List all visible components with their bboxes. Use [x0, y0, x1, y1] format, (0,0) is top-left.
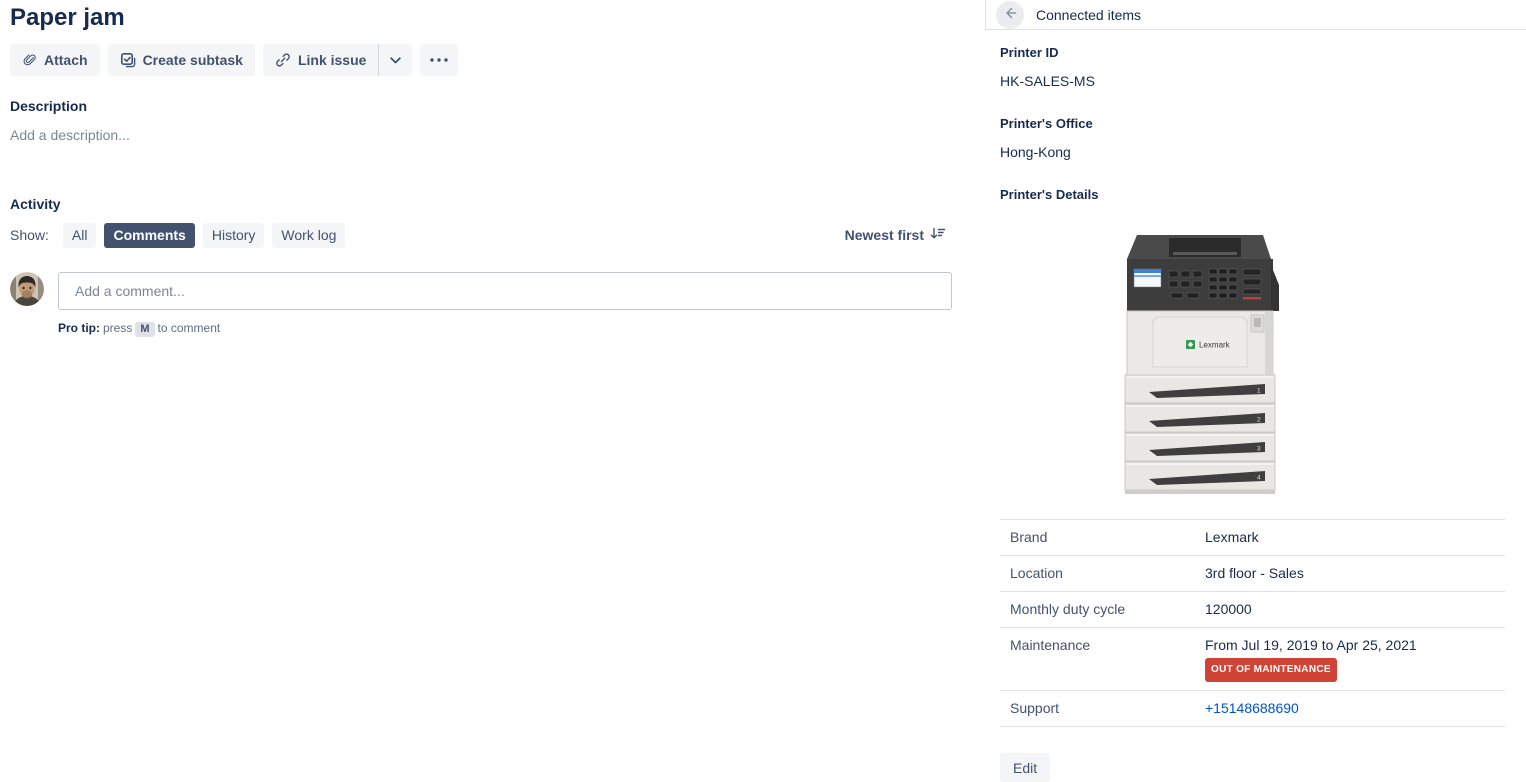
row-value: 3rd floor - Sales — [1195, 556, 1505, 592]
printer-id-label: Printer ID — [1000, 45, 1526, 60]
back-button[interactable] — [996, 1, 1024, 29]
table-row-maintenance: Maintenance From Jul 19, 2019 to Apr 25,… — [1000, 628, 1505, 691]
row-label: Monthly duty cycle — [1000, 592, 1195, 628]
description-label: Description — [10, 98, 952, 114]
attach-button[interactable]: Attach — [10, 44, 100, 76]
row-label: Brand — [1000, 520, 1195, 556]
filter-comments[interactable]: Comments — [104, 223, 194, 248]
create-subtask-button[interactable]: Create subtask — [108, 44, 255, 76]
row-label: Support — [1000, 691, 1195, 727]
filter-all[interactable]: All — [63, 223, 97, 248]
attach-label: Attach — [44, 52, 88, 68]
tray-number: 4 — [1257, 475, 1261, 482]
edit-button[interactable]: Edit — [1000, 753, 1050, 782]
activity-label: Activity — [10, 196, 952, 212]
chevron-down-icon — [390, 57, 401, 64]
paperclip-icon — [22, 53, 37, 68]
panel-title: Connected items — [1036, 7, 1141, 23]
support-phone-link[interactable]: +15148688690 — [1205, 700, 1299, 716]
page-title: Paper jam — [10, 4, 952, 32]
chain-link-icon — [275, 52, 291, 68]
pro-tip-suffix: to comment — [158, 321, 221, 335]
sort-descending-icon — [930, 227, 946, 243]
table-row-duty-cycle: Monthly duty cycle 120000 — [1000, 592, 1505, 628]
table-row-support: Support +15148688690 — [1000, 691, 1505, 727]
filter-history[interactable]: History — [203, 223, 265, 248]
arrow-left-icon — [1002, 5, 1018, 24]
filter-worklog[interactable]: Work log — [272, 223, 345, 248]
issue-main: Paper jam Attach Create subtask Link iss… — [10, 4, 952, 337]
link-issue-dropdown-button[interactable] — [379, 44, 412, 76]
row-label: Maintenance — [1000, 628, 1195, 691]
tray-number: 1 — [1257, 388, 1261, 395]
connected-items-body: Printer ID HK-SALES-MS Printer's Office … — [985, 45, 1526, 782]
row-label: Location — [1000, 556, 1195, 592]
comment-input[interactable] — [58, 272, 952, 310]
row-value: Lexmark — [1195, 520, 1505, 556]
printer-photo: Lexmark 1 2 3 — [1113, 225, 1285, 497]
tray-number: 2 — [1257, 417, 1261, 424]
user-avatar — [10, 272, 44, 306]
pro-tip: Pro tip:pressMto comment — [58, 321, 952, 337]
pro-tip-press: press — [103, 321, 132, 335]
issue-toolbar: Attach Create subtask Link issue — [10, 44, 952, 76]
show-label: Show: — [10, 227, 49, 243]
pro-tip-prefix: Pro tip: — [58, 321, 100, 335]
link-issue-button-group: Link issue — [263, 44, 412, 76]
activity-filter-row: Show: All Comments History Work log Newe… — [10, 222, 952, 248]
link-issue-label: Link issue — [298, 52, 366, 68]
printer-id-value: HK-SALES-MS — [1000, 73, 1526, 89]
connected-items-panel: Connected items Printer ID HK-SALES-MS P… — [985, 0, 1526, 780]
sort-order-label: Newest first — [845, 227, 924, 243]
maintenance-dates: From Jul 19, 2019 to Apr 25, 2021 — [1205, 637, 1417, 653]
row-value: From Jul 19, 2019 to Apr 25, 2021 OUT OF… — [1195, 628, 1505, 691]
subtask-checkbox-icon — [120, 52, 136, 68]
create-subtask-label: Create subtask — [143, 52, 243, 68]
keyboard-key-m: M — [135, 322, 154, 337]
comment-row — [10, 272, 952, 310]
more-actions-button[interactable] — [420, 44, 458, 76]
row-value: 120000 — [1195, 592, 1505, 628]
printer-logo-text: Lexmark — [1199, 341, 1231, 350]
description-placeholder[interactable]: Add a description... — [10, 127, 952, 143]
printer-details-label: Printer's Details — [1000, 187, 1526, 202]
printer-office-label: Printer's Office — [1000, 116, 1526, 131]
table-row-brand: Brand Lexmark — [1000, 520, 1505, 556]
status-badge: OUT OF MAINTENANCE — [1205, 658, 1337, 682]
connected-items-header: Connected items — [985, 0, 1526, 30]
table-row-location: Location 3rd floor - Sales — [1000, 556, 1505, 592]
printer-office-value: Hong-Kong — [1000, 144, 1526, 160]
link-issue-button[interactable]: Link issue — [263, 44, 378, 76]
sort-order-button[interactable]: Newest first — [845, 227, 952, 243]
ellipsis-icon — [430, 58, 448, 62]
printer-details-table: Brand Lexmark Location 3rd floor - Sales… — [1000, 519, 1505, 727]
tray-number: 3 — [1257, 446, 1261, 453]
